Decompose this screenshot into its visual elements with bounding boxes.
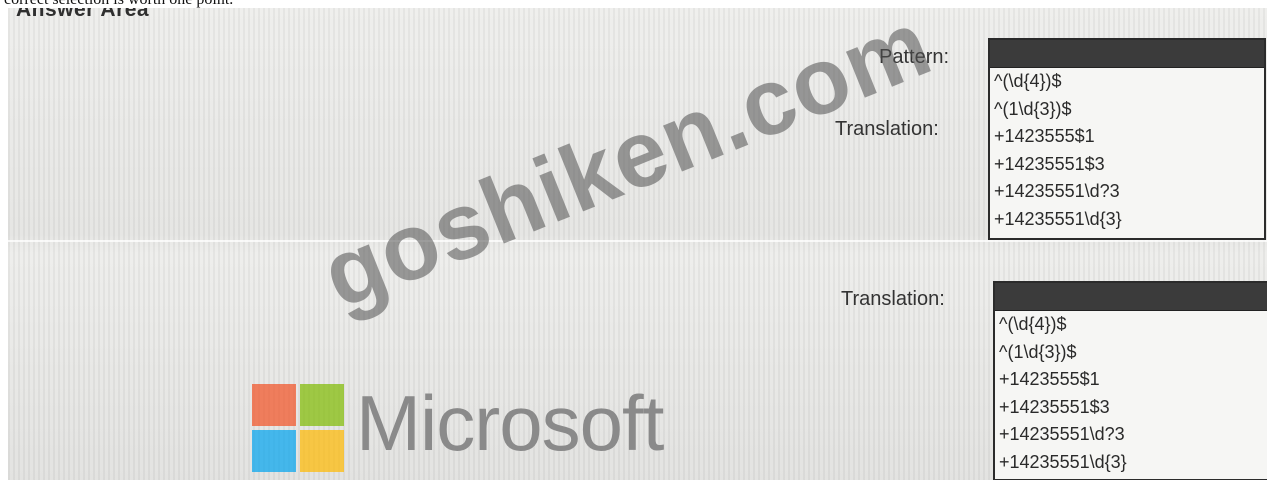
logo-square-yellow xyxy=(300,430,344,472)
translation-option[interactable]: +14235551\d{3} xyxy=(995,449,1267,477)
pattern-dropdown[interactable]: ^(\d{4})$ ^(1\d{3})$ +1423555$1 +1423555… xyxy=(988,38,1266,240)
translation-dropdown-selected[interactable] xyxy=(995,283,1267,311)
translation-option[interactable]: +14235551\d?3 xyxy=(995,421,1267,449)
answer-area-photo: Answer Area Pattern: Translation: ^(\d{4… xyxy=(8,8,1267,480)
translation-option[interactable]: +1423555$1 xyxy=(995,366,1267,394)
pattern-option[interactable]: +1423555$1 xyxy=(990,123,1264,151)
answer-area-title: Answer Area xyxy=(16,8,150,21)
pattern-option[interactable]: +14235551\d{3} xyxy=(990,206,1264,234)
pattern-option[interactable]: ^(1\d{3})$ xyxy=(990,96,1264,124)
translation-option[interactable]: ^(1\d{3})$ xyxy=(995,339,1267,367)
translation-option[interactable]: +14235551$3 xyxy=(995,394,1267,422)
pattern-dropdown-selected[interactable] xyxy=(990,40,1264,68)
translation-option[interactable]: ^(\d{4})$ xyxy=(995,311,1267,339)
goshiken-watermark: goshiken.com xyxy=(308,8,945,329)
translation-label-2: Translation: xyxy=(841,288,945,310)
pattern-option[interactable]: +14235551$3 xyxy=(990,151,1264,179)
pattern-option[interactable]: ^(\d{4})$ xyxy=(990,68,1264,96)
logo-square-blue xyxy=(252,430,296,472)
section-divider xyxy=(8,240,1267,242)
pattern-option[interactable]: +14235551\d?3 xyxy=(990,178,1264,206)
logo-square-green xyxy=(300,384,344,426)
logo-square-red xyxy=(252,384,296,426)
microsoft-wordmark: Microsoft xyxy=(356,379,664,467)
translation-dropdown[interactable]: ^(\d{4})$ ^(1\d{3})$ +1423555$1 +1423555… xyxy=(993,281,1267,480)
